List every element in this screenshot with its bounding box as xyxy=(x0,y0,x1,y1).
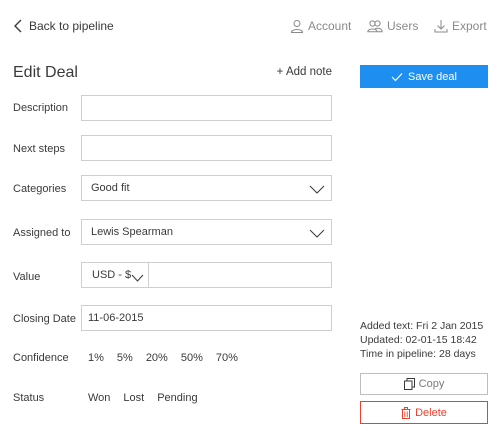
delete-label: Delete xyxy=(415,406,447,419)
categories-select[interactable]: Good fit xyxy=(81,175,332,201)
chevron-left-icon xyxy=(13,19,23,33)
checkmark-icon xyxy=(391,72,403,82)
status-option-lost[interactable]: Lost xyxy=(123,392,144,404)
value-label: Value xyxy=(13,271,41,283)
confidence-option[interactable]: 70% xyxy=(216,352,238,364)
assigned-to-value: Lewis Spearman xyxy=(91,226,173,238)
currency-select[interactable]: USD - $ xyxy=(82,263,148,287)
save-deal-label: Save deal xyxy=(408,70,457,83)
nav-export-label: Export xyxy=(452,19,487,33)
closing-date-label: Closing Date xyxy=(13,313,76,325)
description-input[interactable] xyxy=(81,95,332,121)
user-icon xyxy=(290,19,304,33)
nav-account-label: Account xyxy=(308,19,352,33)
next-steps-label: Next steps xyxy=(13,143,65,155)
page-title: Edit Deal xyxy=(13,64,78,81)
time-in-pipeline-text: Time in pipeline: 28 days xyxy=(360,348,476,360)
nav-account[interactable]: Account xyxy=(290,16,351,36)
delete-button[interactable]: Delete xyxy=(360,401,488,424)
added-text: Added text: Fri 2 Jan 2015 xyxy=(360,320,484,332)
chevron-down-icon xyxy=(309,226,325,238)
confidence-options: 1% 5% 20% 50% 70% xyxy=(88,352,238,364)
confidence-option[interactable]: 20% xyxy=(146,352,168,364)
amount-input[interactable] xyxy=(149,263,331,287)
status-option-won[interactable]: Won xyxy=(88,392,110,404)
top-bar: Back to pipeline Account Users Export xyxy=(0,0,500,50)
confidence-option[interactable]: 1% xyxy=(88,352,104,364)
users-icon xyxy=(367,19,383,33)
copy-label: Copy xyxy=(418,378,445,390)
assigned-to-select[interactable]: Lewis Spearman xyxy=(81,219,332,245)
copy-button[interactable]: Copy xyxy=(360,373,488,395)
chevron-down-icon xyxy=(309,182,325,194)
trash-icon xyxy=(401,406,411,419)
copy-icon xyxy=(403,378,415,390)
description-label: Description xyxy=(13,102,69,114)
confidence-option[interactable]: 5% xyxy=(117,352,133,364)
save-deal-button[interactable]: Save deal xyxy=(360,65,488,88)
updated-text: Updated: 02-01-15 18:42 xyxy=(360,334,477,346)
nav-export[interactable]: Export xyxy=(434,16,487,36)
status-options: Won Lost Pending xyxy=(88,392,198,404)
next-steps-input[interactable] xyxy=(81,135,332,161)
status-label: Status xyxy=(13,392,45,404)
confidence-label: Confidence xyxy=(13,352,69,364)
confidence-option[interactable]: 50% xyxy=(181,352,203,364)
nav-users[interactable]: Users xyxy=(367,16,418,36)
nav-users-label: Users xyxy=(387,19,419,33)
status-option-pending[interactable]: Pending xyxy=(157,392,197,404)
closing-date-input[interactable]: 11-06-2015 xyxy=(81,305,332,331)
back-to-pipeline-link[interactable]: Back to pipeline xyxy=(13,17,114,35)
chevron-down-icon xyxy=(131,270,144,288)
currency-value: USD - $ xyxy=(92,269,132,281)
back-link-label: Back to pipeline xyxy=(29,19,114,33)
value-field-group: USD - $ xyxy=(81,262,332,288)
categories-value: Good fit xyxy=(91,182,130,194)
download-icon xyxy=(434,19,448,33)
assigned-to-label: Assigned to xyxy=(13,227,71,239)
add-note-link[interactable]: + Add note xyxy=(277,66,332,78)
categories-label: Categories xyxy=(13,183,67,195)
closing-date-value: 11-06-2015 xyxy=(88,312,144,324)
